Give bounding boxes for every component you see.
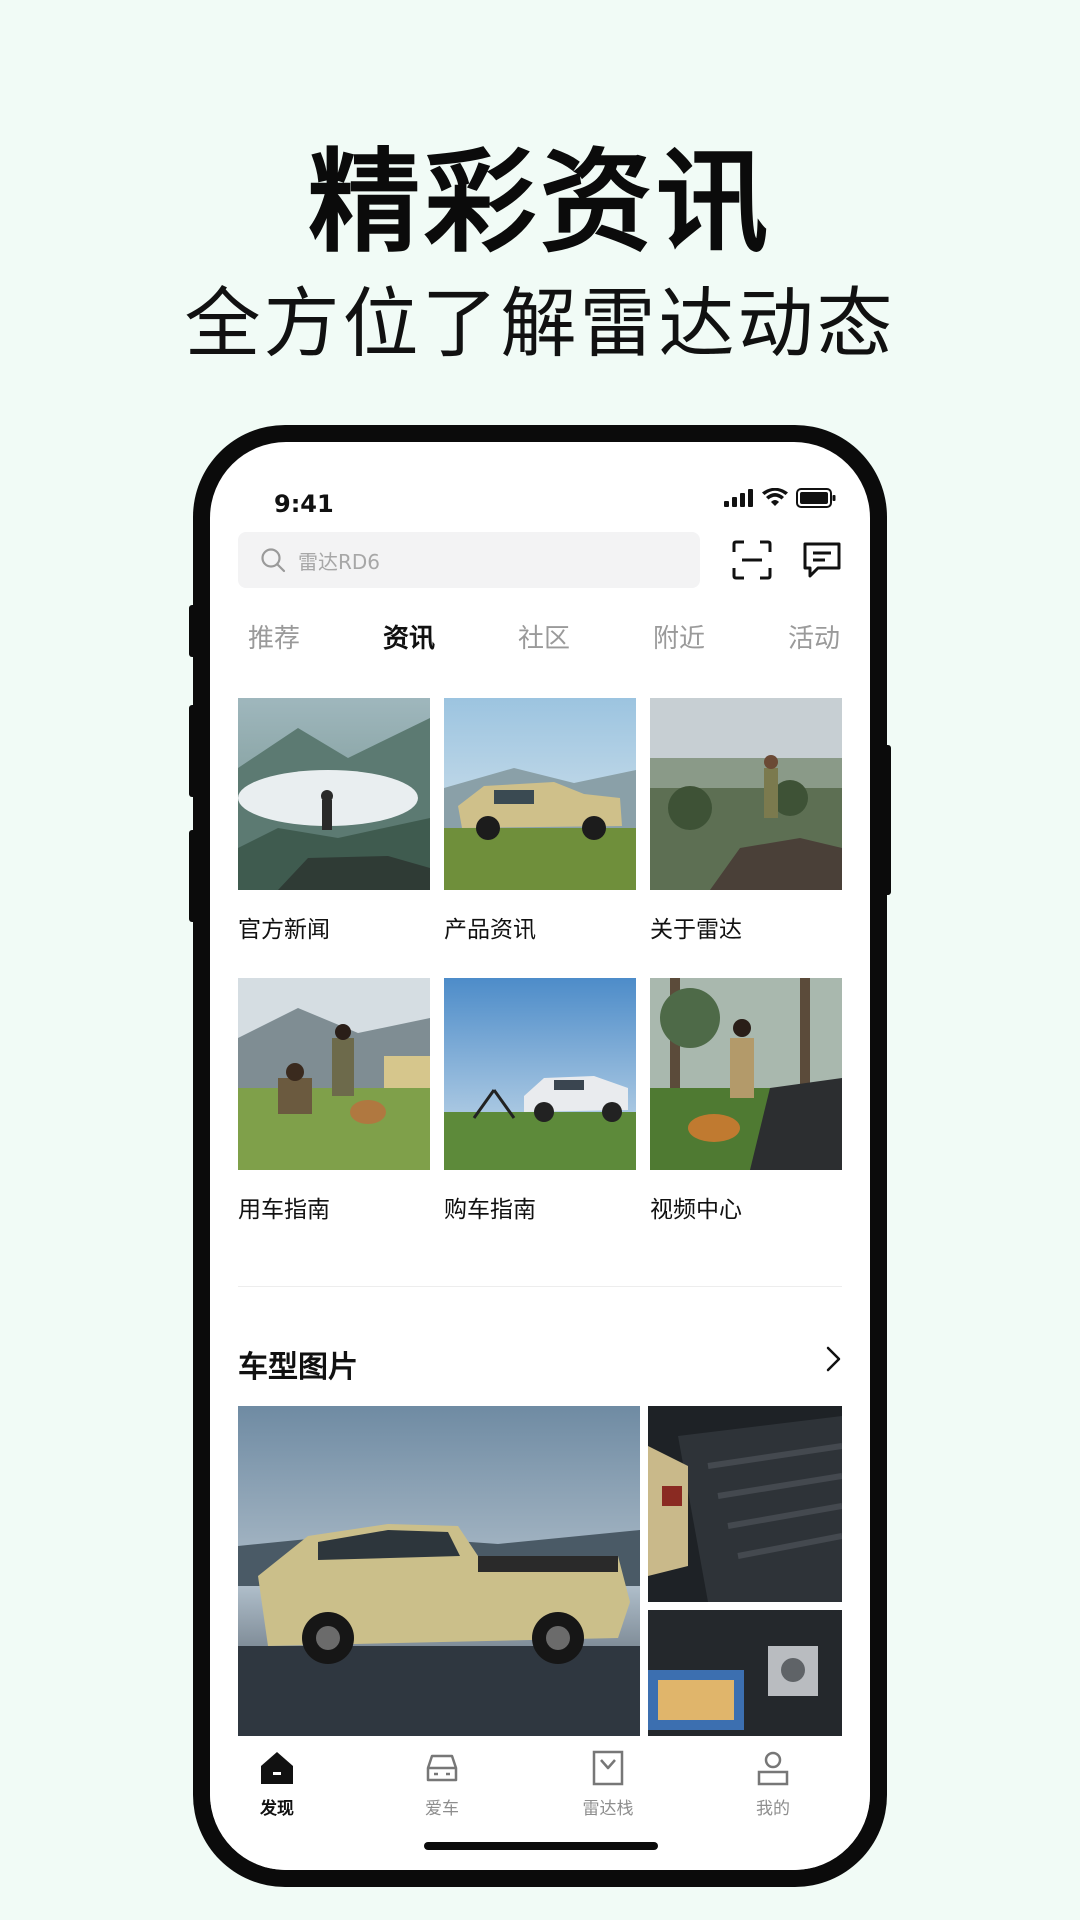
tabbar-label: 爱车 xyxy=(425,1799,459,1819)
car-icon xyxy=(426,1754,458,1782)
card-label: 产品资讯 xyxy=(444,917,536,943)
status-icons xyxy=(724,488,836,508)
tabbar-item-discover[interactable]: 发现 xyxy=(217,1746,337,1819)
tabbar-label: 雷达栈 xyxy=(582,1799,634,1819)
tab-community[interactable]: 社区 xyxy=(518,618,570,655)
search-bar[interactable]: 雷达RD6 xyxy=(238,532,700,588)
video-center-card[interactable]: 视频中心 xyxy=(650,978,842,1223)
tabbar-label: 我的 xyxy=(756,1799,790,1819)
about-radar-image xyxy=(650,698,842,890)
model-photo-bed[interactable] xyxy=(648,1406,842,1602)
section-title: 车型图片 xyxy=(238,1350,358,1385)
section-divider xyxy=(238,1286,842,1287)
video-center-image xyxy=(650,978,842,1170)
promo-title: 精彩资讯 xyxy=(308,138,772,268)
card-label: 关于雷达 xyxy=(650,917,742,943)
chevron-right-icon[interactable] xyxy=(818,1344,848,1374)
tabbar-item-profile[interactable]: 我的 xyxy=(713,1746,833,1819)
signal-icon xyxy=(724,489,753,507)
card-label: 购车指南 xyxy=(444,1197,536,1223)
tabbar-item-my-car[interactable]: 爱车 xyxy=(382,1746,502,1819)
purchase-guide-card[interactable]: 购车指南 xyxy=(444,978,636,1223)
card-label: 用车指南 xyxy=(238,1197,330,1223)
battery-icon xyxy=(796,488,836,508)
scan-icon[interactable] xyxy=(730,538,774,582)
tab-recommend[interactable]: 推荐 xyxy=(248,618,300,655)
tabbar-label: 发现 xyxy=(260,1799,294,1819)
store-icon xyxy=(592,1750,624,1786)
product-news-card[interactable]: 产品资讯 xyxy=(444,698,636,943)
card-label: 官方新闻 xyxy=(238,917,330,943)
official-news-image xyxy=(238,698,430,890)
tab-events[interactable]: 活动 xyxy=(788,618,840,655)
news-category-grid: 官方新闻 产品资讯 关于雷达 用车指南 购车指南 视频中心 xyxy=(238,698,842,1223)
search-icon xyxy=(261,548,286,573)
home-indicator[interactable] xyxy=(424,1842,658,1850)
tabbar-item-store[interactable]: 雷达栈 xyxy=(548,1746,668,1819)
promo-subtitle: 全方位了解雷达动态 xyxy=(184,279,896,368)
product-news-image xyxy=(444,698,636,890)
tab-news[interactable]: 资讯 xyxy=(383,618,435,655)
home-icon xyxy=(261,1752,293,1784)
message-icon[interactable] xyxy=(800,538,844,582)
search-placeholder: 雷达RD6 xyxy=(298,549,381,574)
model-photo-main[interactable] xyxy=(238,1406,640,1736)
category-tabs: 推荐 资讯 社区 附近 活动 xyxy=(238,618,850,655)
card-label: 视频中心 xyxy=(650,1197,742,1223)
profile-icon xyxy=(757,1751,789,1786)
official-news-card[interactable]: 官方新闻 xyxy=(238,698,430,943)
about-radar-card[interactable]: 关于雷达 xyxy=(650,698,842,943)
phone-screen: 9:41 雷达RD6 推荐 资讯 社区 附近 活动 官方新闻 产品资讯 关于雷达… xyxy=(210,442,870,1870)
tab-nearby[interactable]: 附近 xyxy=(653,618,705,655)
phone-frame: 9:41 雷达RD6 推荐 资讯 社区 附近 活动 官方新闻 产品资讯 关于雷达… xyxy=(193,425,887,1887)
purchase-guide-image xyxy=(444,978,636,1170)
model-photo-interior[interactable] xyxy=(648,1610,842,1736)
status-time: 9:41 xyxy=(274,490,334,518)
car-guide-image xyxy=(238,978,430,1170)
wifi-icon xyxy=(762,488,788,506)
car-guide-card[interactable]: 用车指南 xyxy=(238,978,430,1223)
